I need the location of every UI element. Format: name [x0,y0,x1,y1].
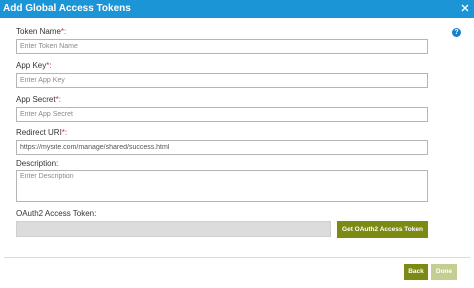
get-oauth-token-button[interactable]: Get OAuth2 Access Token [337,221,428,238]
required-mark: *: [61,128,68,137]
required-mark: *: [55,95,61,104]
back-button[interactable]: Back [404,264,428,280]
close-icon[interactable] [460,3,470,13]
oauth-token-field [16,221,331,237]
token-name-label-text: Token Name [16,27,61,36]
app-secret-input[interactable] [16,107,428,122]
redirect-uri-label-text: Redirect URI [16,128,62,137]
app-key-label-text: App Key [16,61,47,70]
dialog-title: Add Global Access Tokens [3,3,131,14]
required-mark: *: [46,61,52,70]
footer-divider [4,257,470,258]
app-key-input[interactable] [16,73,428,88]
description-textarea[interactable] [16,170,428,202]
app-secret-label: App Secret*: [16,95,61,105]
redirect-uri-input[interactable] [16,140,428,155]
description-label: Description: [16,159,59,168]
done-button[interactable]: Done [431,264,457,280]
help-icon[interactable]: ? [452,28,461,37]
oauth-token-label: OAuth2 Access Token: [16,209,97,218]
redirect-uri-label: Redirect URI*: [16,128,67,138]
app-key-label: App Key*: [16,61,52,71]
app-secret-label-text: App Secret [16,95,56,104]
dialog-title-bar: Add Global Access Tokens [0,0,474,18]
token-name-input[interactable] [16,39,428,54]
required-mark: *: [60,27,67,36]
token-name-label: Token Name*: [16,27,66,37]
